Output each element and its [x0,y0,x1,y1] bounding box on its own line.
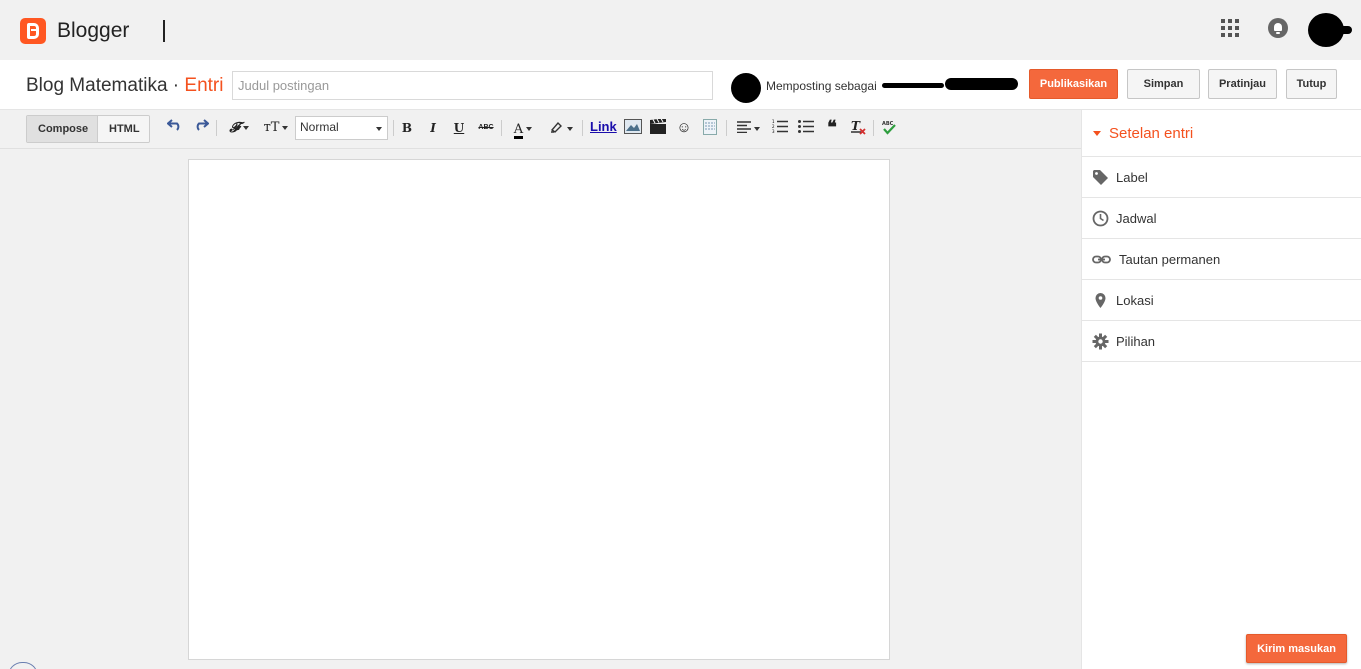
spellcheck-icon[interactable]: ABC [880,119,898,137]
image-icon[interactable] [623,119,643,137]
send-feedback-button[interactable]: Kirim masukan [1246,634,1347,663]
sidebar-item-label[interactable]: Label [1082,157,1361,198]
poster-avatar [731,73,761,103]
editor-toolbar: Compose HTML 𝓕 тT Normal B I U ABC A Lin… [0,110,1081,149]
header-divider [163,20,165,42]
mode-switch: Compose HTML [26,115,150,143]
top-bar: Blogger [0,0,1361,60]
redacted-name [882,83,944,88]
post-title-input[interactable] [232,71,713,100]
font-family-icon[interactable]: 𝓕 [224,119,254,137]
format-select-value: Normal [300,120,339,134]
tag-icon [1092,169,1109,186]
blog-name[interactable]: Blog Matematika [26,75,168,96]
video-icon[interactable] [649,118,667,137]
sidebar-item-location-text: Lokasi [1116,293,1154,308]
sidebar-item-schedule[interactable]: Jadwal [1082,198,1361,239]
sidebar-item-options-text: Pilihan [1116,334,1156,349]
sidebar-item-permalink[interactable]: Tautan permanen [1082,239,1361,280]
notifications-bell-icon[interactable] [1268,18,1288,38]
close-button[interactable]: Tutup [1286,69,1337,99]
blogger-logo-icon[interactable] [20,18,46,44]
emoji-icon[interactable]: ☺ [675,119,693,137]
underline-icon[interactable]: U [451,119,467,137]
strikethrough-icon[interactable]: ABC [476,119,496,137]
app-name[interactable]: Blogger [57,19,129,43]
sidebar-item-label-text: Label [1116,170,1148,185]
numbered-list-icon[interactable]: 123 [771,119,789,137]
post-body-editor[interactable] [188,159,890,660]
title-separator: · [172,75,180,96]
toolbar-separator [873,120,874,136]
posting-as-text: Memposting sebagai [766,79,877,93]
clock-icon [1092,210,1109,227]
publish-button[interactable]: Publikasikan [1029,69,1118,99]
text-color-icon[interactable]: A [508,119,538,139]
post-header: Blog Matematika · Entri Memposting sebag… [0,60,1361,110]
post-settings-header[interactable]: Setelan entri [1082,110,1361,157]
chevron-down-icon [376,127,382,131]
apps-grid-icon[interactable] [1221,19,1239,37]
save-button[interactable]: Simpan [1127,69,1200,99]
quote-icon[interactable]: ❝ [823,119,841,137]
gear-icon [1092,333,1109,350]
italic-icon[interactable]: I [425,119,441,137]
toolbar-separator [216,120,217,136]
align-icon[interactable] [733,119,763,137]
post-settings-title: Setelan entri [1109,125,1194,142]
account-avatar[interactable] [1308,13,1352,47]
bold-icon[interactable]: B [399,119,415,137]
undo-icon[interactable] [166,119,184,137]
toolbar-separator [501,120,502,136]
bulleted-list-icon[interactable] [797,119,815,137]
redacted-name-2 [945,78,1018,90]
post-settings-sidebar: Setelan entri Label Jadwal Tautan perman… [1081,110,1361,669]
link-button[interactable]: Link [590,119,617,134]
sidebar-item-location[interactable]: Lokasi [1082,280,1361,321]
redo-icon[interactable] [192,119,210,137]
svg-text:ABC: ABC [882,121,894,127]
toolbar-separator [393,120,394,136]
sidebar-item-permalink-text: Tautan permanen [1119,252,1221,267]
section-name: Entri [184,75,224,96]
sidebar-item-schedule-text: Jadwal [1116,211,1157,226]
clear-formatting-icon[interactable]: T [849,119,867,137]
page-title: Blog Matematika · Entri [26,75,223,97]
collapse-triangle-icon [1093,131,1101,136]
highlight-icon[interactable] [546,119,576,137]
toolbar-separator [582,120,583,136]
sidebar-item-options[interactable]: Pilihan [1082,321,1361,362]
compose-mode-button[interactable]: Compose [27,116,98,142]
html-mode-button[interactable]: HTML [98,116,149,142]
svg-text:T: T [851,119,861,133]
font-size-icon[interactable]: тT [260,119,292,137]
preview-button[interactable]: Pratinjau [1208,69,1277,99]
toolbar-separator [726,120,727,136]
jump-break-icon[interactable] [701,119,719,137]
format-select[interactable]: Normal [295,116,388,140]
link-icon [1092,251,1111,268]
location-pin-icon [1092,292,1109,309]
svg-text:3: 3 [772,129,775,133]
